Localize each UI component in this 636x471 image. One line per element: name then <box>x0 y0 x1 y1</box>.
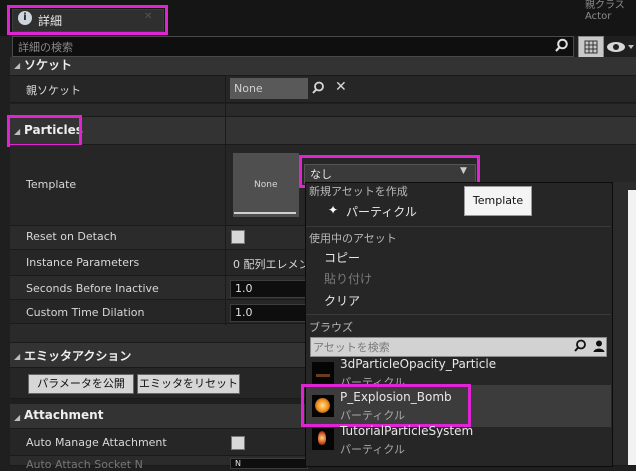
search-icon[interactable] <box>554 38 569 53</box>
asset-item-type: パーティクル <box>340 443 406 456</box>
column-divider <box>225 76 226 325</box>
menu-create-particle[interactable]: パーティクル <box>346 203 417 220</box>
category-particles[interactable] <box>10 117 636 145</box>
custom-time-dilation-label: Custom Time Dilation <box>26 306 145 319</box>
browse-search-icon[interactable] <box>311 81 325 95</box>
category-attachment-label: Attachment <box>24 408 104 422</box>
collapse-arrow-icon: ◢ <box>14 352 21 361</box>
template-thumbnail-label: None <box>254 180 278 190</box>
category-emitter-actions-label: エミッタアクション <box>24 349 132 363</box>
seconds-before-inactive-input[interactable]: 1.0 <box>230 280 308 298</box>
menu-divider <box>306 226 611 227</box>
auto-attach-socket-input[interactable]: N <box>230 458 308 469</box>
menu-copy[interactable]: コピー <box>324 249 360 266</box>
publish-parameters-button[interactable]: パラメータを公開 <box>28 374 134 394</box>
parent-socket-value[interactable]: None <box>230 78 308 99</box>
collapse-arrow-icon: ◢ <box>14 61 21 70</box>
menu-browse-header: ブラウズ <box>309 321 353 334</box>
reset-on-detach-label: Reset on Detach <box>26 230 117 243</box>
menu-create-header: 新規アセットを作成 <box>309 185 408 198</box>
sparkle-icon: ✦ <box>328 203 339 217</box>
asset-item-name[interactable]: TutorialParticleSystem <box>340 424 473 438</box>
custom-time-dilation-input[interactable]: 1.0 <box>230 304 308 322</box>
asset-search-placeholder: アセットを検索 <box>313 341 390 354</box>
details-search-input[interactable] <box>12 36 574 57</box>
grid-icon <box>584 40 598 54</box>
particles-highlight-box <box>7 115 82 147</box>
menu-clear[interactable]: クリア <box>324 292 360 309</box>
user-filter-icon[interactable] <box>592 339 606 353</box>
asset-item-name[interactable]: 3dParticleOpacity_Particle <box>340 357 496 371</box>
asset-highlight-box <box>301 384 471 427</box>
auto-manage-attachment-checkbox[interactable] <box>231 436 245 450</box>
instance-parameters-value: 0 配列エレメン <box>233 258 310 271</box>
category-socket[interactable] <box>10 57 636 76</box>
template-tooltip: Template <box>464 186 532 216</box>
reset-on-detach-checkbox[interactable] <box>231 230 245 244</box>
eye-icon[interactable] <box>606 39 636 55</box>
menu-paste[interactable]: 貼り付け <box>324 270 372 287</box>
auto-manage-attachment-label: Auto Manage Attachment <box>26 436 167 449</box>
search-icon[interactable] <box>573 339 587 353</box>
details-search-placeholder: 詳細の検索 <box>18 41 73 54</box>
template-label: Template <box>26 178 77 191</box>
tab-highlight-box <box>7 5 168 35</box>
menu-current-header: 使用中のアセット <box>309 232 397 245</box>
menu-divider <box>306 314 611 315</box>
thumbnail-underline <box>234 212 296 214</box>
spacer <box>10 104 636 117</box>
collapse-arrow-icon: ◢ <box>14 413 21 422</box>
side-panel-strip <box>628 190 636 465</box>
property-matrix-button[interactable] <box>578 36 604 58</box>
parent-socket-label: 親ソケット <box>26 84 81 97</box>
asset-thumbnail <box>312 362 334 384</box>
seconds-before-inactive-label: Seconds Before Inactive <box>26 282 159 295</box>
asset-thumbnail-detail <box>316 374 330 377</box>
clear-x-icon[interactable]: ✕ <box>335 79 347 95</box>
instance-parameters-label: Instance Parameters <box>26 256 140 269</box>
reset-emitter-button[interactable]: エミッタをリセット <box>137 374 240 394</box>
parent-class-label: 親クラス Actor <box>585 0 625 22</box>
flame-icon <box>318 431 326 445</box>
category-socket-label: ソケット <box>24 58 73 72</box>
